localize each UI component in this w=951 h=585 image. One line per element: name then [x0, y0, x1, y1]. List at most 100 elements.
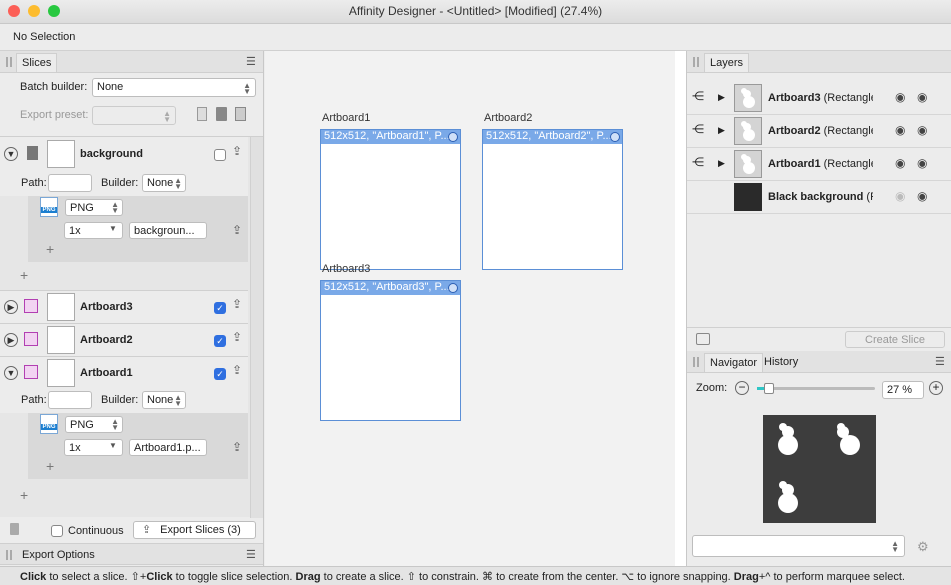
expand-triangle-icon[interactable]: ▶	[718, 125, 725, 136]
zoom-slider-thumb[interactable]	[763, 383, 774, 394]
add-format-icon[interactable]: +	[46, 458, 54, 474]
layer-row-black-background[interactable]: Black background (R ◉ ◉	[687, 181, 951, 214]
path-input[interactable]	[48, 391, 92, 409]
zoom-in-icon[interactable]: +	[929, 381, 943, 395]
tab-history[interactable]: History	[764, 356, 798, 368]
slice-export-checkbox[interactable]: ✓	[214, 302, 226, 314]
slice-list: ▼ background ⇪ Path: Builder: None ▲ ▼ PNG…	[0, 136, 263, 518]
filename-input[interactable]: Artboard1.p...	[129, 439, 207, 456]
slice-thumbnail	[47, 359, 75, 387]
gear-icon[interactable]: ⚙	[917, 539, 929, 555]
slice-handle-icon[interactable]	[448, 132, 458, 142]
export-slice-icon[interactable]: ⇪	[232, 363, 242, 377]
tab-export-options[interactable]: Export Options	[22, 549, 95, 561]
filename-input[interactable]: backgroun...	[129, 222, 207, 239]
layer-row-artboard2[interactable]: ⋲ ▶ Artboard2 (Rectangle ◉ ◉	[687, 115, 951, 148]
layer-name: Artboard3	[768, 92, 821, 104]
expand-triangle-icon[interactable]: ▶	[718, 158, 725, 169]
format-select[interactable]: PNG ▲ ▼	[65, 416, 123, 433]
builder-select[interactable]: None ▲ ▼	[142, 391, 186, 409]
expand-triangle-icon[interactable]: ▶	[718, 92, 725, 103]
add-preset-icon[interactable]	[235, 107, 246, 121]
panel-grip-icon[interactable]	[6, 550, 12, 560]
batch-builder-select[interactable]: None ▲ ▼	[92, 78, 256, 97]
scale-select[interactable]: 1x ▼	[64, 222, 123, 239]
canvas[interactable]: Artboard1 512x512, "Artboard1", P... Art…	[265, 51, 686, 566]
visibility-toggle-icon[interactable]: ◉	[917, 189, 927, 203]
tab-navigator[interactable]: Navigator	[704, 353, 764, 372]
builder-label: Builder:	[101, 394, 139, 406]
expand-triangle-icon[interactable]: ▶	[4, 300, 18, 314]
visibility-eye-icon[interactable]: ◉	[895, 90, 905, 104]
layers-stack-icon[interactable]	[696, 333, 710, 345]
export-slice-icon[interactable]: ⇪	[232, 330, 242, 344]
slice-export-checkbox[interactable]: ✓	[214, 335, 226, 347]
layers-footer: Create Slice	[687, 327, 951, 351]
panel-grip-icon[interactable]	[693, 357, 699, 367]
copy-preset-icon[interactable]	[197, 107, 207, 121]
layer-thumbnail	[734, 84, 762, 112]
slice-name: Artboard3	[80, 301, 133, 313]
panel-menu-icon[interactable]: ☰	[935, 355, 945, 368]
add-format-icon[interactable]: +	[46, 241, 54, 257]
slice-export-checkbox[interactable]: ✓	[214, 368, 226, 380]
add-slice-format-icon[interactable]: +	[20, 487, 28, 503]
layer-name: Artboard1	[768, 158, 821, 170]
artboard-label: Artboard3	[322, 263, 371, 275]
export-slice-icon[interactable]: ⇪	[232, 144, 242, 158]
visibility-toggle-icon[interactable]: ◉	[917, 123, 927, 137]
panel-grip-icon[interactable]	[6, 57, 12, 67]
visibility-eye-icon[interactable]: ◉	[895, 189, 905, 203]
collapse-triangle-icon[interactable]: ▼	[4, 366, 18, 380]
collapse-triangle-icon[interactable]: ▼	[4, 147, 18, 161]
navigator-view-select[interactable]: ▲ ▼	[692, 535, 905, 557]
dropdown-arrow-icon: ▼	[109, 441, 117, 450]
continuous-checkbox[interactable]	[51, 525, 63, 537]
trash-icon[interactable]	[10, 523, 19, 535]
slice-handle-icon[interactable]	[448, 283, 458, 293]
slice-row-artboard3[interactable]: ▶ Artboard3 ✓ ⇪	[0, 290, 248, 323]
export-preset-select: ▲ ▼	[92, 106, 176, 125]
zoom-value-input[interactable]: 27 %	[882, 381, 924, 399]
slice-export-checkbox[interactable]	[214, 149, 226, 161]
tab-slices[interactable]: Slices	[16, 53, 58, 72]
navigator-preview[interactable]	[763, 415, 876, 523]
figure-icon	[741, 154, 755, 174]
slice-row-background[interactable]: ▼ background ⇪	[0, 137, 248, 172]
artboard2[interactable]: 512x512, "Artboard2", P...	[482, 129, 623, 270]
artboard3[interactable]: 512x512, "Artboard3", P...	[320, 280, 461, 421]
zoom-out-icon[interactable]: −	[735, 381, 749, 395]
layer-row-artboard3[interactable]: ⋲ ▶ Artboard3 (Rectangle ◉ ◉	[687, 82, 951, 115]
artboard1[interactable]: 512x512, "Artboard1", P...	[320, 129, 461, 270]
format-select[interactable]: PNG ▲ ▼	[65, 199, 123, 216]
panel-grip-icon[interactable]	[693, 57, 699, 67]
slice-list-scrollbar[interactable]	[250, 137, 263, 518]
panel-menu-icon[interactable]: ☰	[246, 548, 256, 561]
paste-preset-icon[interactable]	[216, 107, 227, 121]
slice-row-artboard1[interactable]: ▼ Artboard1 ✓ ⇪	[0, 356, 248, 389]
export-slices-button[interactable]: ⇪ Export Slices (3)	[133, 521, 256, 539]
status-text-part: to select a slice. ⇧+	[46, 571, 147, 583]
path-input[interactable]	[48, 174, 92, 192]
scale-select[interactable]: 1x ▼	[64, 439, 123, 456]
tab-layers[interactable]: Layers	[704, 53, 750, 72]
zoom-slider[interactable]	[757, 383, 875, 394]
stepper-icon: ▲ ▼	[111, 417, 119, 432]
add-slice-format-icon[interactable]: +	[20, 267, 28, 283]
panel-menu-icon[interactable]: ☰	[246, 55, 256, 68]
layer-thumbnail	[734, 150, 762, 178]
export-format-icon[interactable]: ⇪	[232, 223, 242, 237]
visibility-toggle-icon[interactable]: ◉	[917, 156, 927, 170]
export-slice-icon[interactable]: ⇪	[232, 297, 242, 311]
builder-select[interactable]: None ▲ ▼	[142, 174, 186, 192]
stepper-icon: ▲ ▼	[174, 393, 182, 408]
layer-row-artboard1[interactable]: ⋲ ▶ Artboard1 (Rectangle ◉ ◉	[687, 148, 951, 181]
visibility-eye-icon[interactable]: ◉	[895, 123, 905, 137]
slice-row-artboard2[interactable]: ▶ Artboard2 ✓ ⇪	[0, 323, 248, 356]
expand-triangle-icon[interactable]: ▶	[4, 333, 18, 347]
visibility-eye-icon[interactable]: ◉	[895, 156, 905, 170]
slice-handle-icon[interactable]	[610, 132, 620, 142]
visibility-toggle-icon[interactable]: ◉	[917, 90, 927, 104]
create-slice-button[interactable]: Create Slice	[845, 331, 945, 348]
export-format-icon[interactable]: ⇪	[232, 440, 242, 454]
